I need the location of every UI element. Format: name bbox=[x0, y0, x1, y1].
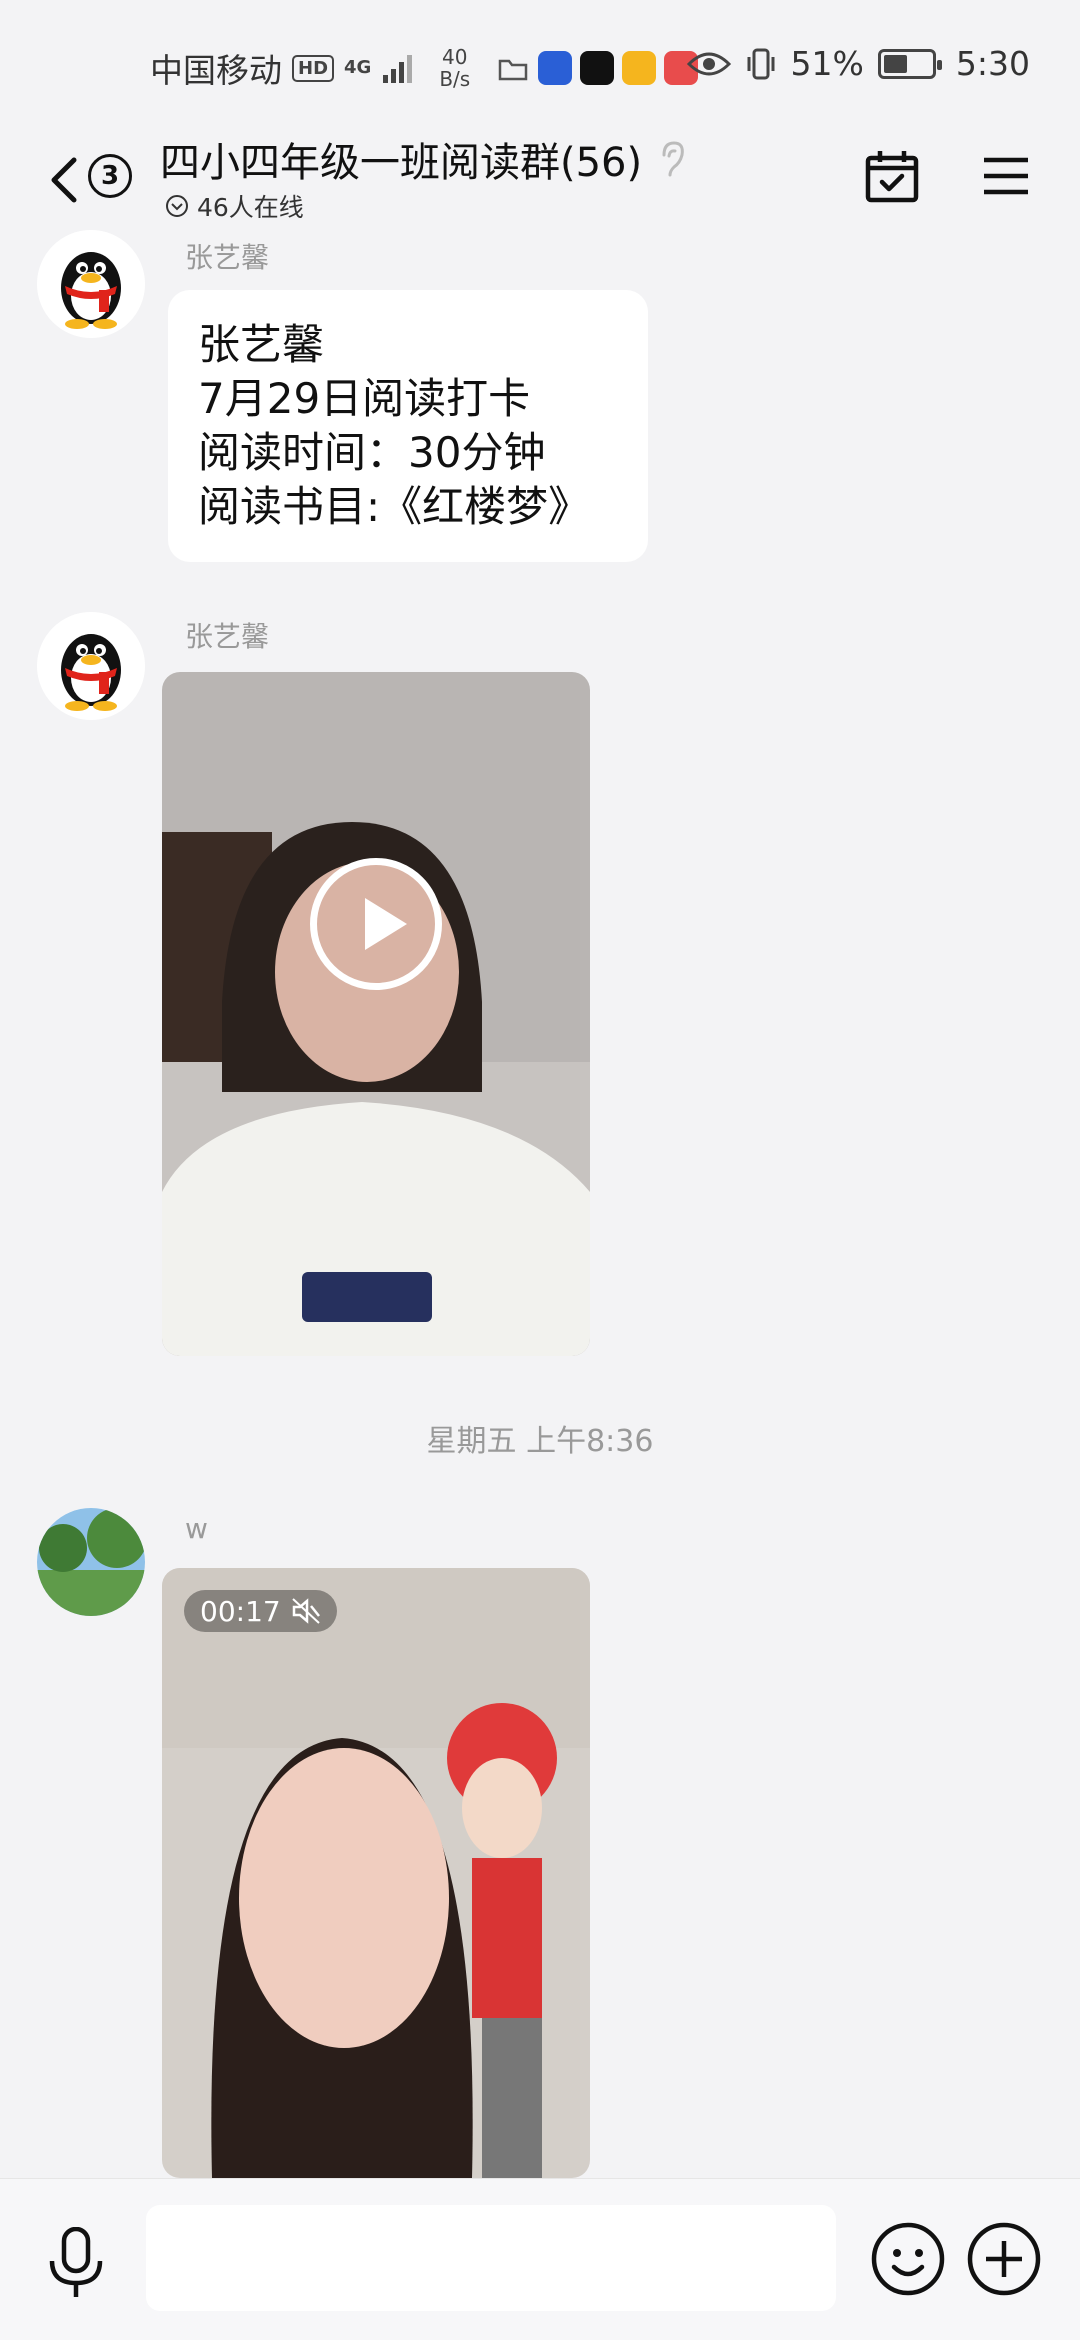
landscape-avatar-icon bbox=[37, 1508, 145, 1616]
sender-name: 张艺馨 bbox=[185, 620, 270, 653]
avatar[interactable] bbox=[37, 230, 145, 338]
menu-icon[interactable] bbox=[982, 154, 1030, 198]
notification-icons bbox=[496, 51, 699, 85]
online-status[interactable]: 46人在线 bbox=[165, 188, 304, 224]
group-title[interactable]: 四小四年级一班阅读群(56) bbox=[160, 130, 686, 188]
network-speed: 40 B/s bbox=[439, 45, 471, 91]
penguin-avatar-icon bbox=[37, 612, 145, 720]
tiktok-notification-icon bbox=[580, 51, 615, 85]
play-icon[interactable] bbox=[310, 858, 442, 990]
text-message-bubble[interactable]: 张艺馨 7月29日阅读打卡 阅读时间：30分钟 阅读书目:《红楼梦》 bbox=[168, 290, 648, 562]
video-thumbnail bbox=[162, 1568, 590, 2178]
input-bar bbox=[0, 2178, 1080, 2340]
vibrate-icon bbox=[747, 48, 775, 79]
signal-icon bbox=[383, 55, 413, 83]
status-bar: 中国移动 HD 4G 40 B/s 51% 5:30 bbox=[0, 0, 1080, 130]
message-line: 阅读时间：30分钟 bbox=[198, 428, 546, 477]
message-line: 张艺馨 bbox=[198, 320, 325, 369]
carrier-name: 中国移动 bbox=[150, 51, 282, 90]
app-notification-icon-yellow bbox=[622, 51, 657, 85]
battery-percent: 51% bbox=[790, 44, 864, 83]
message-line: 阅读书目:《红楼梦》 bbox=[198, 482, 591, 531]
battery-icon bbox=[877, 48, 942, 79]
message-line: 7月29日阅读打卡 bbox=[198, 374, 531, 423]
network-type: 4G bbox=[344, 57, 372, 78]
unread-count-badge[interactable]: 3 bbox=[88, 154, 132, 198]
video-message[interactable]: 00:17 bbox=[162, 1568, 590, 2178]
sender-name: w bbox=[185, 1512, 208, 1545]
video-message[interactable] bbox=[162, 672, 590, 1356]
muted-speaker-icon[interactable] bbox=[291, 1597, 321, 1625]
message-input[interactable] bbox=[146, 2205, 836, 2311]
chevron-down-circle-icon bbox=[166, 195, 188, 217]
plus-icon[interactable] bbox=[966, 2221, 1042, 2297]
emoji-icon[interactable] bbox=[870, 2221, 946, 2297]
sender-name: 张艺馨 bbox=[185, 241, 270, 274]
calendar-check-icon[interactable] bbox=[864, 148, 920, 204]
folder-notification-icon bbox=[498, 59, 528, 81]
video-duration-chip: 00:17 bbox=[184, 1590, 337, 1632]
eye-icon bbox=[686, 52, 731, 75]
avatar[interactable] bbox=[37, 1508, 145, 1616]
avatar[interactable] bbox=[37, 612, 145, 720]
app-notification-icon-blue bbox=[538, 51, 573, 85]
penguin-avatar-icon bbox=[37, 230, 145, 338]
status-bar-left: 中国移动 HD 4G 40 B/s bbox=[150, 44, 699, 92]
video-thumbnail bbox=[162, 672, 590, 1356]
chat-header: 3 四小四年级一班阅读群(56) 46人在线 bbox=[0, 130, 1080, 230]
microphone-icon[interactable] bbox=[46, 2227, 106, 2301]
video-duration: 00:17 bbox=[200, 1594, 281, 1628]
status-bar-right: 51% 5:30 bbox=[686, 44, 1030, 83]
ear-icon[interactable] bbox=[658, 139, 686, 179]
hd-badge: HD bbox=[292, 54, 335, 82]
back-chevron-icon[interactable] bbox=[40, 152, 90, 208]
timestamp-divider: 星期五 上午8:36 bbox=[426, 1424, 654, 1459]
battery-fill bbox=[883, 54, 907, 73]
clock: 5:30 bbox=[955, 44, 1030, 83]
